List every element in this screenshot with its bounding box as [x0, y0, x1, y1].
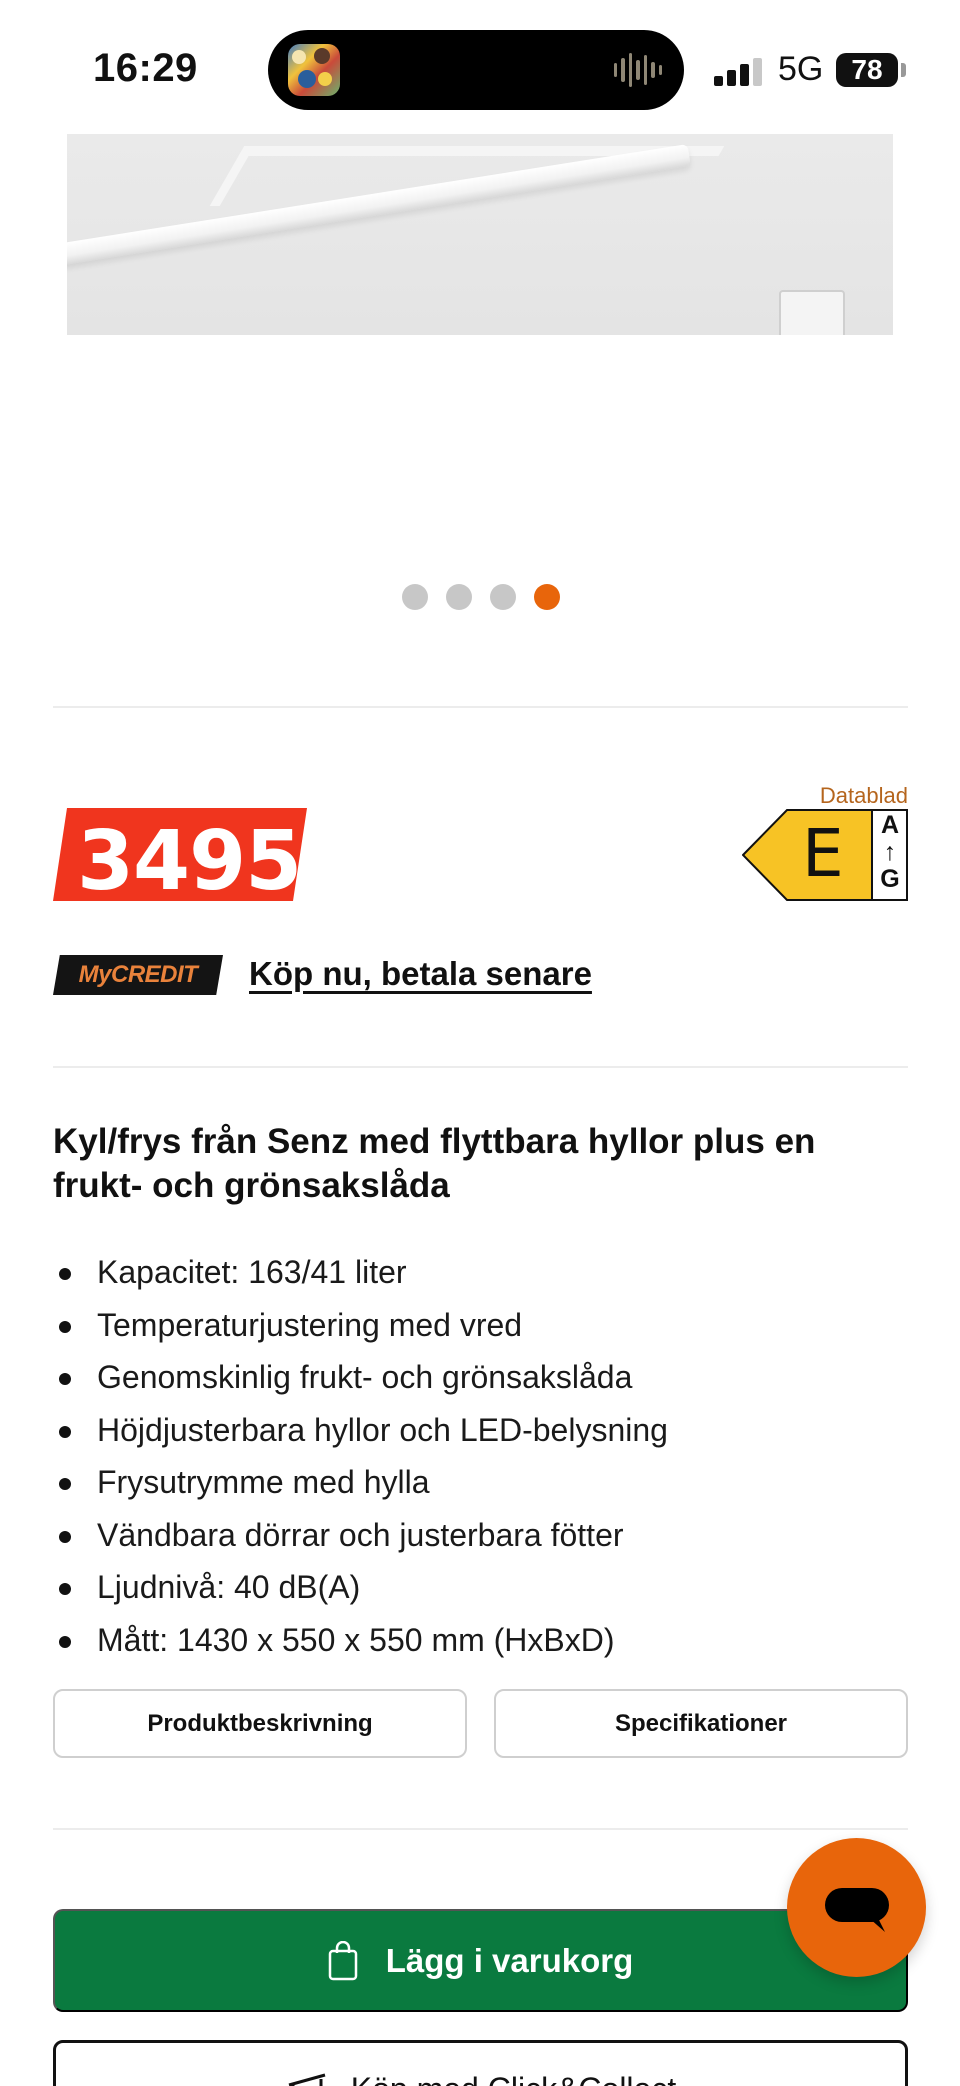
- feature-list: Kapacitet: 163/41 liter Temperaturjuster…: [53, 1246, 913, 1666]
- now-playing-artwork-icon: [288, 44, 340, 96]
- carousel-dot[interactable]: [490, 584, 516, 610]
- divider: [53, 1828, 908, 1830]
- carousel-dot[interactable]: [446, 584, 472, 610]
- audio-waveform-icon: [614, 52, 662, 88]
- cellular-signal-icon: [714, 58, 764, 86]
- product-description-button[interactable]: Produktbeskrivning: [53, 1689, 467, 1758]
- feature-item: Ljudnivå: 40 dB(A): [53, 1561, 913, 1614]
- product-heading: Kyl/frys från Senz med flyttbara hyllor …: [53, 1122, 816, 1205]
- specifications-button[interactable]: Specifikationer: [494, 1689, 908, 1758]
- carousel-dot[interactable]: [534, 584, 560, 610]
- feature-item: Frysutrymme med hylla: [53, 1456, 913, 1509]
- energy-class: E: [802, 815, 844, 892]
- energy-scale-arrow: ↑: [883, 838, 897, 866]
- feature-item: Höjdjusterbara hyllor och LED-belysning: [53, 1404, 913, 1457]
- divider: [53, 1066, 908, 1068]
- add-to-cart-button[interactable]: Lägg i varukorg: [53, 1909, 908, 2012]
- status-bar: 16:29 5G 78: [0, 0, 960, 130]
- buy-now-pay-later-link[interactable]: Köp nu, betala senare: [249, 955, 592, 993]
- feature-item: Kapacitet: 163/41 liter: [53, 1246, 913, 1299]
- store-icon: [288, 2073, 326, 2086]
- shelf-clip: [779, 290, 845, 335]
- energy-scale: A ↑ G: [872, 809, 908, 901]
- energy-scale-top: A: [880, 811, 900, 839]
- product-image[interactable]: [67, 134, 893, 335]
- chat-bubble-icon: [825, 1888, 889, 1932]
- carousel-dots: [402, 584, 560, 610]
- energy-label[interactable]: E A ↑ G: [741, 809, 908, 901]
- click-and-collect-button[interactable]: Köp med Click&Collect: [53, 2040, 908, 2086]
- battery-cap: [901, 63, 906, 77]
- energy-scale-bottom: G: [880, 865, 900, 893]
- network-type: 5G: [778, 50, 824, 88]
- feature-item: Temperaturjustering med vred: [53, 1299, 913, 1352]
- feature-item: Genomskinlig frukt- och grönsakslåda: [53, 1351, 913, 1404]
- feature-item: Mått: 1430 x 550 x 550 mm (HxBxD): [53, 1614, 913, 1667]
- status-time: 16:29: [93, 46, 198, 90]
- price-amount: 3495: [77, 814, 302, 909]
- carousel-dot[interactable]: [402, 584, 428, 610]
- price-tag: 3495: [53, 808, 307, 909]
- divider: [53, 706, 908, 708]
- shopping-bag-icon: [328, 1940, 357, 1980]
- mycredit-logo: MyCREDIT: [53, 955, 223, 995]
- chat-button[interactable]: [787, 1838, 926, 1977]
- feature-item: Vändbara dörrar och justerbara fötter: [53, 1509, 913, 1562]
- datablad-link[interactable]: Datablad: [820, 783, 908, 809]
- battery-icon: 78: [836, 53, 898, 87]
- click-and-collect-label: Köp med Click&Collect: [351, 2071, 676, 2086]
- add-to-cart-label: Lägg i varukorg: [385, 1941, 634, 1979]
- dynamic-island: [268, 30, 684, 110]
